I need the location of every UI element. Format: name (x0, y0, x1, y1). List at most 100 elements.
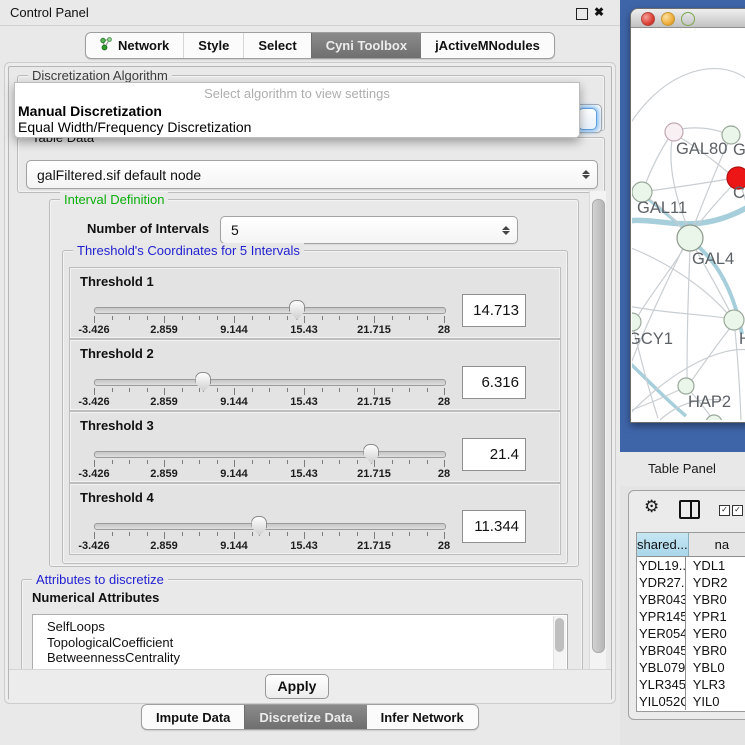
slider-tick-mark (234, 388, 235, 395)
tab-select[interactable]: Select (243, 33, 310, 58)
list-item[interactable]: BetweennessCentrality (33, 650, 567, 666)
control-panel-titlebar: Control Panel ✖ (0, 0, 620, 26)
slider-track[interactable] (94, 451, 446, 458)
network-node[interactable] (706, 415, 722, 420)
table-row[interactable]: YDR27...YDR2 (637, 574, 745, 591)
tab-impute-data[interactable]: Impute Data (142, 705, 244, 729)
table-row[interactable]: YBL079WYBL0 (637, 659, 745, 676)
threshold-value-field[interactable]: 6.316 (462, 366, 526, 399)
slider-tick-mark (287, 388, 288, 392)
vertical-scrollbar[interactable] (589, 191, 606, 669)
column-header-shared-name[interactable]: shared... (637, 533, 689, 556)
scrollbar-thumb[interactable] (555, 618, 564, 652)
table-row[interactable]: YPR145WYPR1 (637, 608, 745, 625)
node-label: GAL11 (637, 199, 687, 217)
network-nodes[interactable]: GAL80GACGAL11GAL4GCY1HHAP2 (632, 123, 745, 420)
panel-title: Control Panel (10, 5, 89, 20)
network-node-hap2[interactable] (678, 378, 694, 394)
close-icon[interactable]: ✖ (594, 5, 604, 19)
slider-tick-mark (374, 532, 375, 539)
table-cell: YBR043C (637, 591, 686, 608)
slider-tick-mark (234, 460, 235, 467)
tab-infer-network[interactable]: Infer Network (367, 705, 478, 729)
slider-tick-mark (392, 388, 393, 392)
network-node-h[interactable] (724, 310, 744, 330)
stepper-arrows-icon (578, 170, 594, 179)
group-title: Threshold's Coordinates for 5 Intervals (73, 243, 304, 258)
table-cell: YDL1 (686, 557, 745, 574)
slider-tick-label: 9.144 (220, 324, 248, 336)
slider-thumb[interactable] (195, 372, 211, 392)
number-of-intervals-combobox[interactable]: 5 (220, 216, 518, 244)
apply-button[interactable]: Apply (265, 674, 329, 699)
numerical-attributes-list[interactable]: SelfLoopsTopologicalCoefficientBetweenne… (32, 614, 568, 669)
column-header-name[interactable]: na (689, 533, 745, 556)
slider-track[interactable] (94, 307, 446, 314)
tab-label: Style (198, 38, 229, 53)
list-item[interactable]: TopologicalCoefficient (33, 635, 567, 651)
float-window-icon[interactable] (576, 8, 588, 20)
table-data-combobox[interactable]: galFiltered.sif default node (26, 160, 598, 189)
dropdown-placeholder-item[interactable]: Select algorithm to view settings (15, 86, 579, 101)
split-columns-icon[interactable] (679, 500, 700, 519)
slider-thumb[interactable] (251, 516, 267, 536)
list-item[interactable]: SelfLoops (33, 619, 567, 635)
slider-thumb[interactable] (363, 444, 379, 464)
slider-tick-mark (164, 388, 165, 395)
threshold-label: Threshold 2 (80, 346, 154, 361)
network-canvas[interactable]: GAL80GACGAL11GAL4GCY1HHAP2 (632, 28, 745, 420)
network-node-gal4[interactable] (677, 225, 703, 251)
slider-tick-mark (147, 316, 148, 320)
slider-track[interactable] (94, 379, 446, 386)
slider-tick-mark (94, 388, 95, 395)
node-label: GAL4 (692, 250, 734, 268)
table-cell: YBR045C (637, 642, 686, 659)
network-node-gal80[interactable] (665, 123, 683, 141)
node-label: GAL80 (676, 140, 727, 158)
zoom-traffic-light-icon[interactable] (681, 12, 695, 26)
checkbox-icon[interactable]: ✓ (732, 505, 743, 516)
slider-tick-label: 21.715 (357, 396, 391, 408)
network-window[interactable]: GAL80GACGAL11GAL4GCY1HHAP2 (630, 8, 745, 423)
minimize-traffic-light-icon[interactable] (661, 12, 675, 26)
table-row[interactable]: YLR345WYLR3 (637, 676, 745, 693)
checkbox-icon[interactable]: ✓ (719, 505, 730, 516)
close-traffic-light-icon[interactable] (641, 12, 655, 26)
node-label: HAP2 (688, 393, 731, 411)
threshold-value-field[interactable]: 21.4 (462, 438, 526, 471)
slider-tick-mark (322, 532, 323, 536)
table-row[interactable]: YER054CYER0 (637, 625, 745, 642)
network-window-titlebar[interactable] (631, 9, 745, 28)
node-label: C (733, 184, 745, 202)
table-cell: YIL052C (637, 693, 686, 710)
slider-tick-mark (199, 388, 200, 392)
list-scrollbar[interactable] (553, 616, 566, 669)
table-row[interactable]: YIL052CYIL0 (637, 693, 745, 710)
combo-stepper-focused[interactable] (578, 108, 597, 130)
slider-track[interactable] (94, 523, 446, 530)
slider-tick-mark (199, 316, 200, 320)
slider-thumb[interactable] (289, 300, 305, 320)
threshold-value-field[interactable]: 14.713 (462, 294, 526, 327)
dropdown-item-manual-discretization[interactable]: Manual Discretization (18, 103, 162, 119)
gear-icon[interactable]: ⚙ (644, 497, 659, 517)
table-row[interactable]: YBR043CYBR0 (637, 591, 745, 608)
table-row[interactable]: YBR045CYBR0 (637, 642, 745, 659)
threshold-value-field[interactable]: 11.344 (462, 510, 526, 543)
slider-tick-label: 15.43 (290, 468, 318, 480)
table-row[interactable]: YDL19...YDL1 (637, 557, 745, 574)
scrollbar-thumb[interactable] (592, 199, 605, 653)
tab-jactivemnodules[interactable]: jActiveMNodules (421, 33, 554, 58)
tab-discretize-data[interactable]: Discretize Data (244, 705, 366, 729)
tab-style[interactable]: Style (183, 33, 243, 58)
network-node-gcy1[interactable] (632, 313, 641, 331)
table-panel: ⚙ ✓ ✓ shared... na YDL19...YDL1YDR27...Y… (628, 490, 745, 720)
combo-value: 5 (221, 222, 498, 238)
slider-tick-mark (339, 532, 340, 536)
slider-tick-mark (182, 532, 183, 536)
tab-network[interactable]: Network (86, 33, 183, 58)
algorithm-dropdown-popup: Select algorithm to view settings Manual… (14, 82, 580, 138)
tab-cyni-toolbox[interactable]: Cyni Toolbox (311, 33, 421, 58)
dropdown-item-equal-width-frequency[interactable]: Equal Width/Frequency Discretization (18, 119, 251, 135)
node-attribute-table[interactable]: shared... na YDL19...YDL1YDR27...YDR2YBR… (636, 532, 745, 712)
